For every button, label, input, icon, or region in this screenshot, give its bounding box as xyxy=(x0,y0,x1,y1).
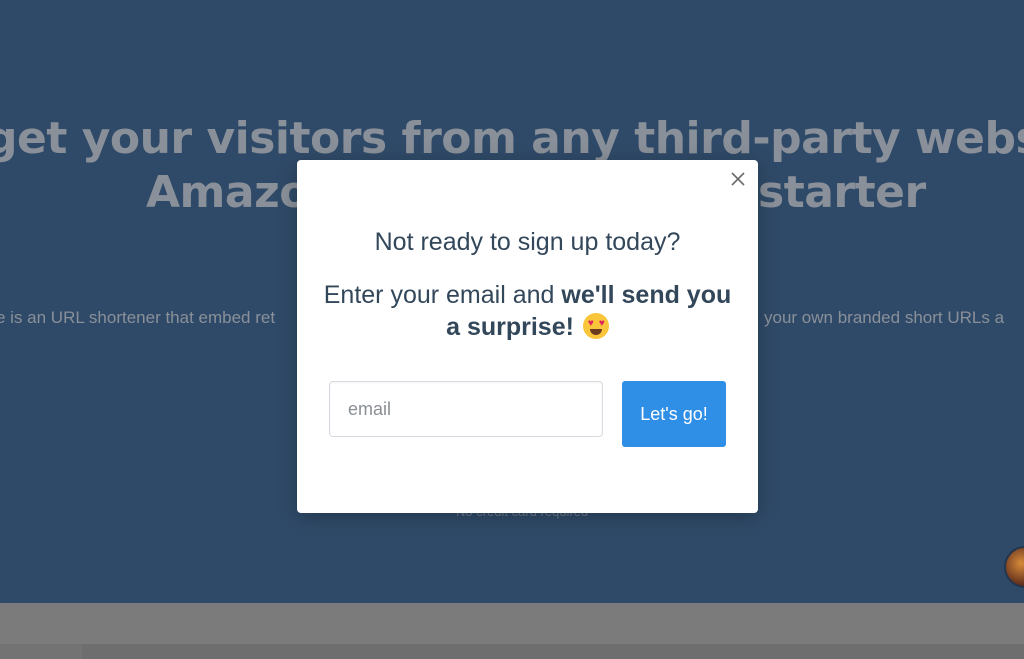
email-input[interactable] xyxy=(329,381,603,437)
hero-headline-line1: get your visitors from any third-party w… xyxy=(0,113,1024,164)
hero-headline-line2-left: Amazo xyxy=(146,167,309,218)
popup-message: Enter your email and we'll send you a su… xyxy=(317,279,738,343)
hero-subtitle-right: your own branded short URLs a xyxy=(764,308,1005,327)
hero-headline-line2-right: starter xyxy=(758,167,926,218)
close-icon[interactable] xyxy=(728,169,748,189)
footer-bar-left xyxy=(0,644,82,659)
popup-message-text: Enter your email and xyxy=(323,281,562,309)
footer-bar xyxy=(0,644,1024,659)
signup-popup: Not ready to sign up today? Enter your e… xyxy=(297,160,758,513)
hero-subtitle-left: e is an URL shortener that embed ret xyxy=(0,308,276,327)
chat-avatar[interactable] xyxy=(1004,546,1024,588)
submit-button[interactable]: Let's go! xyxy=(622,381,726,447)
heart-eyes-emoji-icon: ♥ ♥ xyxy=(582,313,609,339)
popup-title: Not ready to sign up today? xyxy=(374,228,681,256)
